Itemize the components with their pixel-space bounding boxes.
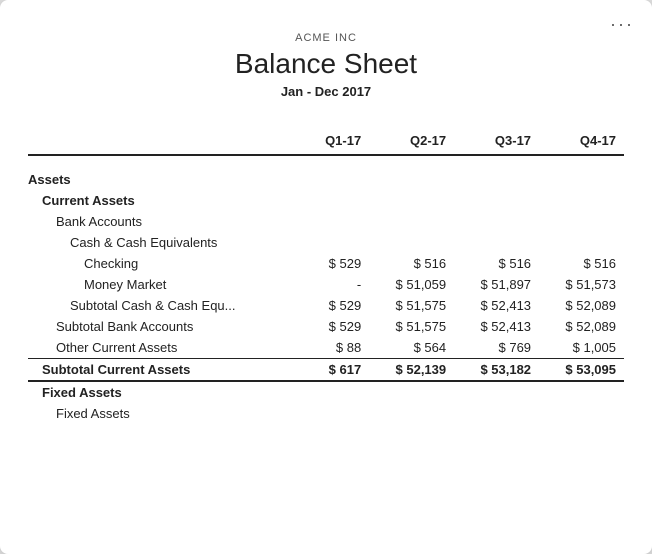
subtotal-cash-label: Subtotal Cash & Cash Equ... (28, 295, 303, 316)
subtotal-bank-q1: $ 529 (303, 316, 369, 337)
subtotal-bank-q3: $ 52,413 (454, 316, 539, 337)
column-header-row: Q1-17 Q2-17 Q3-17 Q4-17 (28, 127, 624, 155)
subtotal-current-q1: $ 617 (303, 359, 369, 382)
checking-q2: $ 516 (369, 253, 454, 274)
subtotal-bank-row: Subtotal Bank Accounts $ 529 $ 51,575 $ … (28, 316, 624, 337)
money-market-label: Money Market (28, 274, 303, 295)
money-market-q2: $ 51,059 (369, 274, 454, 295)
current-assets-header-row: Current Assets (28, 190, 624, 211)
subtotal-current-q3: $ 53,182 (454, 359, 539, 382)
col-header-q3: Q3-17 (454, 127, 539, 155)
bank-accounts-label: Bank Accounts (28, 211, 303, 232)
col-header-label (28, 127, 303, 155)
bank-accounts-row: Bank Accounts (28, 211, 624, 232)
fixed-assets-header-row: Fixed Assets (28, 381, 624, 403)
other-current-row: Other Current Assets $ 88 $ 564 $ 769 $ … (28, 337, 624, 359)
money-market-row: Money Market - $ 51,059 $ 51,897 $ 51,57… (28, 274, 624, 295)
report-period: Jan - Dec 2017 (0, 84, 652, 99)
other-current-q1: $ 88 (303, 337, 369, 359)
current-assets-label: Current Assets (28, 190, 303, 211)
assets-header-row: Assets (28, 169, 624, 190)
subtotal-cash-q2: $ 51,575 (369, 295, 454, 316)
other-current-q3: $ 769 (454, 337, 539, 359)
col-header-q4: Q4-17 (539, 127, 624, 155)
subtotal-current-q4: $ 53,095 (539, 359, 624, 382)
fixed-assets-label: Fixed Assets (28, 381, 303, 403)
spacer (28, 155, 624, 169)
subtotal-cash-q4: $ 52,089 (539, 295, 624, 316)
subtotal-cash-q1: $ 529 (303, 295, 369, 316)
subtotal-current-q2: $ 52,139 (369, 359, 454, 382)
other-current-label: Other Current Assets (28, 337, 303, 359)
money-market-q1: - (303, 274, 369, 295)
subtotal-cash-q3: $ 52,413 (454, 295, 539, 316)
report-window: ··· ACME INC Balance Sheet Jan - Dec 201… (0, 0, 652, 554)
money-market-q3: $ 51,897 (454, 274, 539, 295)
balance-sheet-table: Q1-17 Q2-17 Q3-17 Q4-17 Assets (28, 127, 624, 424)
cash-equiv-label: Cash & Cash Equivalents (28, 232, 303, 253)
checking-row: Checking $ 529 $ 516 $ 516 $ 516 (28, 253, 624, 274)
other-current-q2: $ 564 (369, 337, 454, 359)
col-header-q1: Q1-17 (303, 127, 369, 155)
other-current-q4: $ 1,005 (539, 337, 624, 359)
subtotal-current-row: Subtotal Current Assets $ 617 $ 52,139 $… (28, 359, 624, 382)
subtotal-cash-row: Subtotal Cash & Cash Equ... $ 529 $ 51,5… (28, 295, 624, 316)
subtotal-bank-label: Subtotal Bank Accounts (28, 316, 303, 337)
cash-equiv-row: Cash & Cash Equivalents (28, 232, 624, 253)
subtotal-bank-q2: $ 51,575 (369, 316, 454, 337)
checking-q1: $ 529 (303, 253, 369, 274)
fixed-assets-sub-row: Fixed Assets (28, 403, 624, 424)
report-header: ACME INC Balance Sheet Jan - Dec 2017 (0, 0, 652, 109)
report-title: Balance Sheet (0, 48, 652, 80)
col-header-q2: Q2-17 (369, 127, 454, 155)
table-container: Q1-17 Q2-17 Q3-17 Q4-17 Assets (0, 109, 652, 424)
company-name: ACME INC (0, 32, 652, 44)
checking-q3: $ 516 (454, 253, 539, 274)
money-market-q4: $ 51,573 (539, 274, 624, 295)
subtotal-current-label: Subtotal Current Assets (28, 359, 303, 382)
checking-label: Checking (28, 253, 303, 274)
fixed-assets-sub-label: Fixed Assets (28, 403, 303, 424)
assets-label: Assets (28, 169, 303, 190)
menu-dots-button[interactable]: ··· (610, 14, 634, 35)
checking-q4: $ 516 (539, 253, 624, 274)
subtotal-bank-q4: $ 52,089 (539, 316, 624, 337)
